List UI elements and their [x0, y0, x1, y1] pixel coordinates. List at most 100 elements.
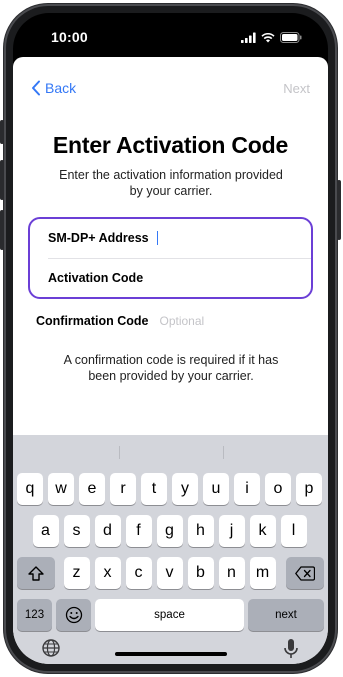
home-indicator: [115, 652, 227, 656]
key-n[interactable]: n: [218, 557, 245, 589]
back-button[interactable]: Back: [31, 80, 76, 96]
battery-icon: [280, 31, 302, 43]
key-i: i: [245, 480, 249, 497]
key-r[interactable]: r: [110, 473, 136, 505]
next-button[interactable]: Next: [283, 81, 310, 96]
key-g[interactable]: g: [156, 515, 183, 547]
nav-bar: Back Next: [13, 57, 328, 101]
back-label: Back: [45, 80, 77, 96]
key-s[interactable]: s: [63, 515, 90, 547]
key-z[interactable]: z: [63, 557, 90, 589]
numbers-label: 123: [24, 609, 45, 621]
key-i[interactable]: i: [234, 473, 260, 505]
key-t[interactable]: t: [141, 473, 167, 505]
key-q[interactable]: q: [17, 473, 43, 505]
key-m: m: [255, 564, 270, 581]
side-button: [0, 120, 4, 144]
shift-icon: [28, 565, 44, 581]
activation-code-label: Activation Code: [48, 271, 144, 285]
activation-sheet: Back Next Enter Activation Code Enter th…: [13, 57, 328, 664]
status-bar: 10:00: [13, 13, 328, 57]
key-a: a: [41, 522, 50, 539]
screen: 10:00 Back Next Enter Activation Code En…: [13, 13, 328, 664]
key-d[interactable]: d: [94, 515, 121, 547]
key-x[interactable]: x: [94, 557, 121, 589]
suggestion-divider: [223, 446, 224, 459]
emoji-icon: [65, 606, 82, 624]
power-button: [337, 180, 341, 240]
key-c: c: [134, 564, 143, 581]
key-h: h: [196, 522, 205, 539]
numbers-key[interactable]: 123: [17, 599, 52, 631]
key-e[interactable]: e: [79, 473, 105, 505]
key-h[interactable]: h: [187, 515, 214, 547]
key-s: s: [72, 522, 81, 539]
key-d: d: [103, 522, 112, 539]
key-j[interactable]: j: [218, 515, 245, 547]
key-v[interactable]: v: [156, 557, 183, 589]
key-f[interactable]: f: [125, 515, 152, 547]
text-cursor: [156, 231, 159, 245]
key-n: n: [227, 564, 236, 581]
status-icons: [241, 31, 302, 43]
key-j: j: [229, 522, 234, 539]
volume-up-button: [0, 160, 4, 200]
delete-icon: [295, 565, 315, 581]
key-c[interactable]: c: [125, 557, 152, 589]
confirmation-code-field[interactable]: Confirmation Code Optional: [36, 314, 204, 328]
key-l: l: [291, 522, 296, 539]
key-x: x: [103, 564, 112, 581]
notch: [98, 13, 244, 43]
key-u[interactable]: u: [203, 473, 229, 505]
suggestion-bar: [13, 435, 328, 465]
signal-icon: [241, 32, 256, 43]
page-subtitle: Enter the activation information provide…: [59, 168, 283, 198]
key-w[interactable]: w: [48, 473, 74, 505]
key-a[interactable]: a: [32, 515, 59, 547]
key-e: e: [87, 480, 97, 497]
confirmation-code-placeholder: Optional: [159, 314, 205, 328]
key-y[interactable]: y: [172, 473, 198, 505]
key-g: g: [165, 522, 174, 539]
microphone-icon[interactable]: [282, 638, 300, 660]
chevron-left-icon: [32, 80, 40, 96]
activation-code-field[interactable]: Activation Code: [30, 259, 311, 297]
page-title: Enter Activation Code: [52, 132, 289, 158]
status-time: 10:00: [51, 29, 88, 45]
space-label: space: [154, 609, 185, 621]
key-k[interactable]: k: [249, 515, 276, 547]
key-b: b: [196, 564, 205, 581]
confirmation-code-label: Confirmation Code: [36, 314, 149, 328]
next-label: next: [275, 609, 297, 621]
next-key[interactable]: next: [248, 599, 324, 631]
smdp-address-field[interactable]: SM-DP+ Address: [30, 219, 311, 257]
key-b[interactable]: b: [187, 557, 214, 589]
key-k: k: [258, 522, 267, 539]
shift-key[interactable]: [17, 557, 55, 589]
suggestion-divider: [119, 446, 120, 459]
key-q: q: [25, 480, 35, 497]
key-t: t: [151, 480, 157, 497]
key-v: v: [165, 564, 174, 581]
key-f: f: [136, 522, 141, 539]
confirmation-note: A confirmation code is required if it ha…: [63, 353, 279, 383]
key-o: o: [273, 480, 283, 497]
key-r: r: [120, 480, 126, 497]
space-key[interactable]: space: [95, 599, 244, 631]
key-o[interactable]: o: [265, 473, 291, 505]
delete-key[interactable]: [286, 557, 324, 589]
key-p[interactable]: p: [296, 473, 322, 505]
key-l[interactable]: l: [280, 515, 307, 547]
key-p: p: [304, 480, 314, 497]
key-u: u: [211, 480, 221, 497]
activation-form: SM-DP+ Address Activation Code: [28, 217, 313, 299]
key-z: z: [72, 564, 81, 581]
key-y: y: [181, 480, 189, 497]
key-m[interactable]: m: [249, 557, 276, 589]
globe-icon[interactable]: [41, 638, 61, 658]
emoji-key[interactable]: [56, 599, 91, 631]
wifi-icon: [261, 32, 275, 42]
volume-down-button: [0, 210, 4, 250]
keyboard: q w e r t y u i o p a s d f g h j k l z x c v b n m 123 space next: [13, 435, 328, 664]
key-w: w: [55, 480, 67, 497]
